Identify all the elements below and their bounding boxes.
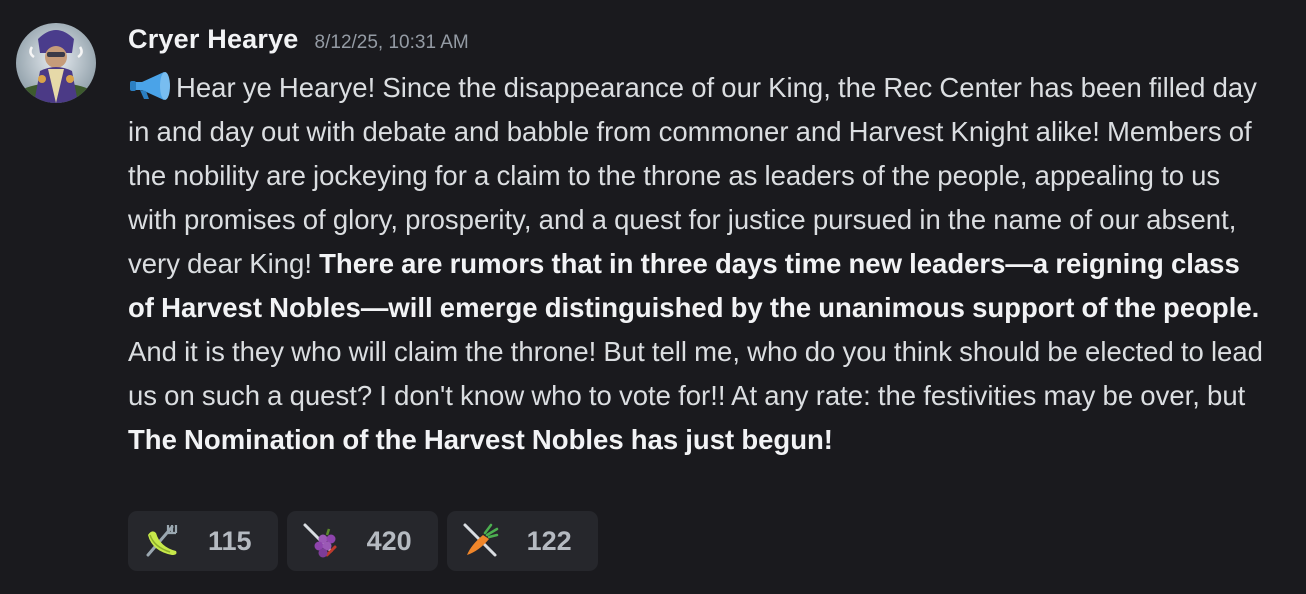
- reaction-grapes[interactable]: 420: [286, 511, 438, 571]
- chat-message: Cryer Hearye 8/12/25, 10:31 AM Hear ye H…: [0, 0, 1306, 594]
- reaction-banana[interactable]: 115: [128, 511, 278, 571]
- grapes-sword-icon: [301, 521, 341, 561]
- message-content: Cryer Hearye 8/12/25, 10:31 AM Hear ye H…: [128, 24, 1268, 462]
- carrot-sword-icon: [461, 521, 501, 561]
- message-body: Hear ye Hearye! Since the disappearance …: [128, 66, 1268, 462]
- username[interactable]: Cryer Hearye: [128, 24, 299, 55]
- avatar[interactable]: [16, 23, 96, 103]
- megaphone-icon: [128, 70, 176, 102]
- reaction-count: 115: [208, 525, 252, 556]
- reaction-carrot[interactable]: 122: [446, 511, 598, 571]
- message-segment-2: And it is they who will claim the throne…: [128, 336, 1263, 411]
- timestamp[interactable]: 8/12/25, 10:31 AM: [315, 32, 469, 54]
- reactions-bar: 115 420 122: [128, 511, 598, 571]
- reaction-count: 122: [526, 525, 572, 556]
- message-segment-3: The Nomination of the Harvest Nobles has…: [128, 424, 833, 455]
- message-header: Cryer Hearye 8/12/25, 10:31 AM: [128, 24, 1268, 64]
- banana-fork-icon: [142, 521, 182, 561]
- reaction-count: 420: [366, 525, 412, 556]
